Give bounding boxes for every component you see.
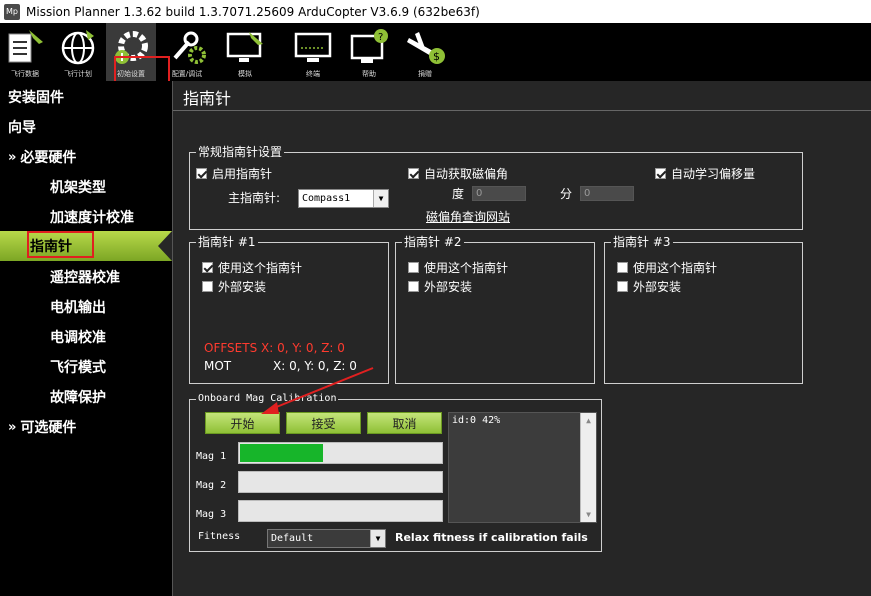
main-panel: 常规指南针设置 启用指南针 自动获取磁偏角 自动学习偏移量 主指南针: Comp… xyxy=(173,112,871,596)
compass-1-offsets: OFFSETS X: 0, Y: 0, Z: 0 xyxy=(204,341,345,355)
window-title: Mission Planner 1.3.62 build 1.3.7071.25… xyxy=(26,4,480,19)
checkbox-box xyxy=(617,262,628,273)
svg-text:$: $ xyxy=(433,50,440,63)
group-title: 指南针 #1 xyxy=(196,234,258,250)
sidebar-item-flight-modes[interactable]: 飞行模式 xyxy=(0,352,172,382)
page-title: 指南针 xyxy=(183,89,232,108)
scroll-down-icon[interactable]: ▼ xyxy=(581,507,596,522)
primary-compass-select[interactable]: Compass1 ▼ xyxy=(298,189,389,208)
mag-3-progress-bar xyxy=(238,500,443,522)
toolbar-simulation[interactable]: 模拟 xyxy=(220,23,270,81)
donate-plane-icon: $ xyxy=(407,32,445,64)
compass-1-external-checkbox[interactable]: 外部安装 xyxy=(202,278,266,295)
svg-text:?: ? xyxy=(378,32,383,43)
monitor-plane-icon xyxy=(226,32,263,62)
scroll-up-icon[interactable]: ▲ xyxy=(581,413,596,428)
mag-1-progress-bar xyxy=(238,442,443,464)
help-monitor-icon: ? xyxy=(350,29,388,63)
compass-3-use-checkbox[interactable]: 使用这个指南针 xyxy=(617,259,717,276)
sidebar-item-frame-type[interactable]: 机架类型 xyxy=(0,172,172,202)
page-header: 指南针 xyxy=(173,81,871,111)
sidebar-item-failsafe[interactable]: 故障保护 xyxy=(0,382,172,412)
compass-2-group: 指南针 #2 使用这个指南针 外部安装 xyxy=(395,234,595,384)
toolbar-help[interactable]: ? 帮助 xyxy=(344,23,394,81)
general-compass-settings-group: 常规指南针设置 启用指南针 自动获取磁偏角 自动学习偏移量 主指南针: Comp… xyxy=(189,144,803,230)
sidebar-item-install-firmware[interactable]: 安装固件 xyxy=(0,82,172,112)
sidebar-item-radio-calibration[interactable]: 遥控器校准 xyxy=(0,262,172,292)
app-logo-icon: Mp xyxy=(4,3,20,20)
checkbox-box xyxy=(196,168,207,179)
onboard-mag-calibration-group: Onboard Mag Calibration 开始 接受 取消 Mag 1 M… xyxy=(189,391,602,552)
compass-1-use-checkbox[interactable]: 使用这个指南针 xyxy=(202,259,302,276)
chevron-double-right-icon: » xyxy=(8,419,17,435)
checkbox-box xyxy=(408,281,419,292)
compass-1-mot-label: MOT xyxy=(204,359,232,373)
checkbox-box xyxy=(408,168,419,179)
main-toolbar: 飞行数据 飞行计划 初始设置 配置/调试 模拟 终端 ? 帮助 $ 捐赠 xyxy=(0,23,871,92)
mag-2-label: Mag 2 xyxy=(196,480,227,491)
relax-fitness-label: Relax fitness if calibration fails xyxy=(395,531,588,544)
auto-declination-checkbox[interactable]: 自动获取磁偏角 xyxy=(408,165,508,182)
auto-learn-offsets-checkbox[interactable]: 自动学习偏移量 xyxy=(655,165,755,182)
toolbar-donate[interactable]: $ 捐赠 xyxy=(400,23,450,81)
checkbox-box xyxy=(408,262,419,273)
chevron-down-icon: ▼ xyxy=(373,190,388,207)
sidebar-item-esc-calibration[interactable]: 电调校准 xyxy=(0,322,172,352)
sidebar-item-motor-output[interactable]: 电机输出 xyxy=(0,292,172,322)
declination-minutes-input[interactable]: 0 xyxy=(580,186,634,201)
wrench-gear-icon xyxy=(173,31,206,64)
toolbar-terminal[interactable]: 终端 xyxy=(288,23,338,81)
compass-3-external-checkbox[interactable]: 外部安装 xyxy=(617,278,681,295)
selection-arrow xyxy=(158,231,172,261)
mag-1-progress-fill xyxy=(240,444,324,462)
fitness-select[interactable]: Default ▼ xyxy=(267,529,386,548)
declination-minutes-label: 分 xyxy=(560,187,573,201)
flight-data-icon xyxy=(8,30,43,63)
toolbar-flight-plan[interactable]: 飞行计划 xyxy=(53,23,103,81)
checkbox-box xyxy=(202,262,213,273)
mag-2-progress-bar xyxy=(238,471,443,493)
primary-compass-label: 主指南针: xyxy=(228,191,281,205)
compass-2-use-checkbox[interactable]: 使用这个指南针 xyxy=(408,259,508,276)
group-title: 指南针 #2 xyxy=(402,234,464,250)
globe-icon xyxy=(61,30,95,65)
declination-degrees-input[interactable]: 0 xyxy=(472,186,526,201)
chevron-double-right-icon: » xyxy=(8,149,17,165)
group-title: 指南针 #3 xyxy=(611,234,673,250)
sidebar-item-accel-calibration[interactable]: 加速度计校准 xyxy=(0,202,172,232)
toolbar-flight-data[interactable]: 飞行数据 xyxy=(0,23,50,81)
fitness-label: Fitness xyxy=(198,531,241,542)
log-scrollbar[interactable]: ▲ ▼ xyxy=(580,413,596,522)
chevron-down-icon: ▼ xyxy=(370,530,385,547)
enable-compass-checkbox[interactable]: 启用指南针 xyxy=(196,165,272,182)
sidebar-item-mandatory-hardware[interactable]: » 必要硬件 xyxy=(0,142,172,172)
terminal-icon xyxy=(294,32,332,62)
checkbox-box xyxy=(617,281,628,292)
checkbox-box xyxy=(202,281,213,292)
declination-lookup-link[interactable]: 磁偏角查询网站 xyxy=(426,208,510,225)
sidebar: 安装固件 向导 » 必要硬件 机架类型 加速度计校准 指南针 遥控器校准 电机输… xyxy=(0,81,172,596)
mag-1-label: Mag 1 xyxy=(196,451,227,462)
compass-2-external-checkbox[interactable]: 外部安装 xyxy=(408,278,472,295)
declination-degrees-label: 度 xyxy=(452,187,465,201)
checkbox-box xyxy=(655,168,666,179)
highlight-box xyxy=(27,231,94,258)
group-title: 常规指南针设置 xyxy=(196,144,285,160)
compass-3-group: 指南针 #3 使用这个指南针 外部安装 xyxy=(604,234,803,384)
calibration-log[interactable]: id:0 42% ▲ ▼ xyxy=(448,412,597,523)
sidebar-item-wizard[interactable]: 向导 xyxy=(0,112,172,142)
toolbar-config-tuning[interactable]: 配置/调试 xyxy=(162,23,212,81)
annotation-arrow-icon xyxy=(261,367,374,414)
sidebar-item-optional-hardware[interactable]: » 可选硬件 xyxy=(0,412,172,442)
title-bar: Mp Mission Planner 1.3.62 build 1.3.7071… xyxy=(0,0,871,23)
mag-3-label: Mag 3 xyxy=(196,509,227,520)
